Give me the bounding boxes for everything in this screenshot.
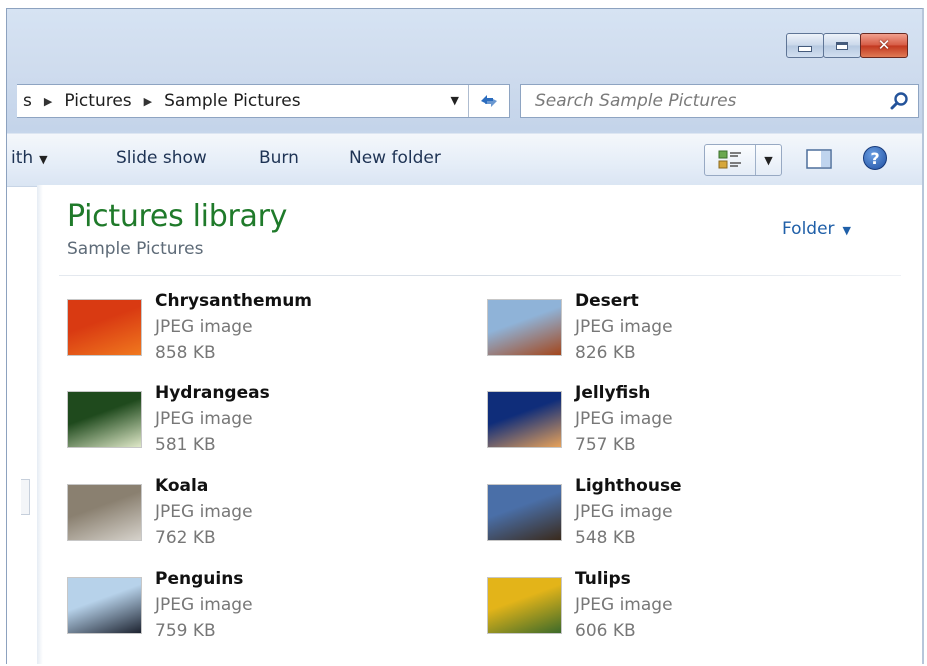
help-icon[interactable]: ? (863, 146, 887, 170)
list-item[interactable]: Tulips JPEG image 606 KB (487, 569, 847, 649)
slide-show-button[interactable]: Slide show (116, 148, 207, 168)
file-name: Desert (575, 291, 639, 311)
chevron-down-icon: ▼ (842, 224, 852, 237)
maximize-button[interactable] (823, 33, 861, 58)
search-input[interactable] (533, 90, 877, 112)
close-icon: ✕ (877, 36, 891, 54)
file-size: 548 KB (575, 528, 636, 548)
file-name: Jellyfish (575, 383, 651, 403)
image-thumbnail (67, 577, 142, 634)
image-thumbnail (487, 577, 562, 634)
list-item[interactable]: Chrysanthemum JPEG image 858 KB (67, 291, 427, 371)
breadcrumb-sample-pictures[interactable]: Sample Pictures (164, 91, 300, 111)
file-name: Tulips (575, 569, 631, 589)
file-type: JPEG image (155, 317, 253, 337)
file-size: 826 KB (575, 343, 636, 363)
file-type: JPEG image (155, 595, 253, 615)
file-type: JPEG image (575, 595, 673, 615)
burn-button[interactable]: Burn (259, 148, 299, 168)
file-size: 858 KB (155, 343, 216, 363)
breadcrumb-separator-icon[interactable]: ▶ (144, 95, 152, 108)
search-box[interactable] (520, 84, 919, 118)
command-bar: ith ▼ Slide show Burn New folder ▼ ? (7, 133, 922, 187)
file-name: Hydrangeas (155, 383, 270, 403)
file-size: 757 KB (575, 435, 636, 455)
file-name: Chrysanthemum (155, 291, 313, 311)
maximize-icon (836, 41, 848, 50)
minimize-icon (798, 45, 812, 52)
chevron-down-icon: ▼ (39, 153, 48, 166)
file-size: 606 KB (575, 621, 636, 641)
new-folder-button[interactable]: New folder (349, 148, 441, 168)
list-item[interactable]: Jellyfish JPEG image 757 KB (487, 383, 847, 463)
page-title: Pictures library (67, 199, 288, 234)
image-thumbnail (67, 299, 142, 356)
refresh-icon (481, 95, 497, 107)
view-dropdown-icon[interactable]: ▼ (756, 145, 781, 175)
image-thumbnail (487, 484, 562, 541)
arrange-by-dropdown[interactable]: Folder ▼ (782, 219, 851, 239)
breadcrumb-pictures[interactable]: Pictures (64, 91, 131, 111)
file-type: JPEG image (575, 317, 673, 337)
image-thumbnail (487, 391, 562, 448)
breadcrumb-overflow[interactable]: s (23, 91, 32, 111)
address-history-dropdown-icon[interactable]: ▼ (451, 94, 459, 107)
open-with-button[interactable]: ith ▼ (11, 148, 48, 168)
list-item[interactable]: Desert JPEG image 826 KB (487, 291, 847, 371)
search-icon[interactable] (890, 91, 910, 111)
file-size: 581 KB (155, 435, 216, 455)
file-name: Penguins (155, 569, 244, 589)
preview-pane-icon[interactable] (806, 148, 832, 170)
list-item[interactable]: Koala JPEG image 762 KB (67, 476, 427, 556)
nav-pane-edge (37, 185, 43, 664)
file-size: 759 KB (155, 621, 216, 641)
close-button[interactable]: ✕ (860, 33, 908, 58)
file-list-pane: Pictures library Sample Pictures Folder ▼… (21, 185, 922, 664)
explorer-window: ✕ s ▶ Pictures ▶ Sample Pictures ▼ ith▼ … (6, 8, 924, 664)
nav-pane-splitter[interactable] (21, 479, 30, 515)
image-thumbnail (67, 484, 142, 541)
file-name: Koala (155, 476, 209, 496)
view-icon[interactable] (705, 145, 756, 175)
image-thumbnail (487, 299, 562, 356)
breadcrumb-separator-icon[interactable]: ▶ (44, 95, 52, 108)
file-size: 762 KB (155, 528, 216, 548)
list-item[interactable]: Hydrangeas JPEG image 581 KB (67, 383, 427, 463)
list-item[interactable]: Lighthouse JPEG image 548 KB (487, 476, 847, 556)
header-divider (59, 275, 901, 276)
caption-buttons: ✕ (786, 33, 908, 58)
file-type: JPEG image (155, 502, 253, 522)
change-view-button[interactable]: ▼ (704, 144, 782, 176)
list-item[interactable]: Penguins JPEG image 759 KB (67, 569, 427, 649)
library-subtitle: Sample Pictures (67, 239, 204, 259)
file-type: JPEG image (575, 502, 673, 522)
minimize-button[interactable] (786, 33, 824, 58)
file-type: JPEG image (155, 409, 253, 429)
file-type: JPEG image (575, 409, 673, 429)
address-bar[interactable]: s ▶ Pictures ▶ Sample Pictures ▼ (17, 84, 510, 118)
refresh-button[interactable] (468, 85, 509, 117)
file-name: Lighthouse (575, 476, 682, 496)
image-thumbnail (67, 391, 142, 448)
